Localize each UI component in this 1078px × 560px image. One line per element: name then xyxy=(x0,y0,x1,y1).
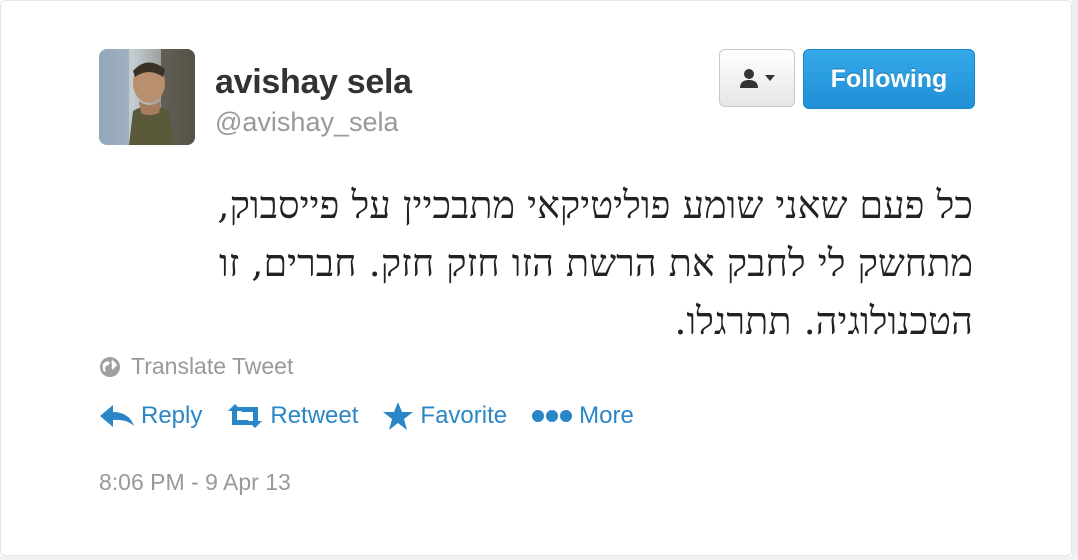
retweet-button[interactable]: Retweet xyxy=(226,402,358,430)
tweet-text: כל פעם שאני שומע פוליטיקאי מתבכיין על פי… xyxy=(97,176,974,350)
more-button[interactable]: More xyxy=(531,402,634,430)
following-button[interactable]: Following xyxy=(803,49,975,109)
tweet-card: avishay sela @avishay_sela Following כל … xyxy=(0,0,1072,556)
reply-icon xyxy=(100,405,134,427)
window-edge xyxy=(1072,0,1078,560)
user-actions-button[interactable] xyxy=(719,49,795,107)
favorite-label: Favorite xyxy=(420,402,508,429)
globe-icon xyxy=(100,356,120,377)
screen-name[interactable]: @avishay_sela xyxy=(215,107,399,138)
reply-label: Reply xyxy=(141,402,203,429)
window-bottom-edge xyxy=(0,556,1078,560)
more-label: More xyxy=(579,402,634,429)
favorite-button[interactable]: Favorite xyxy=(382,401,507,431)
avatar-image xyxy=(99,49,195,145)
reply-button[interactable]: Reply xyxy=(99,402,202,430)
avatar[interactable] xyxy=(99,49,195,145)
tweet-timestamp[interactable]: 8:06 PM - 9 Apr 13 xyxy=(99,469,291,496)
translate-tweet-link[interactable]: Translate Tweet xyxy=(99,353,293,380)
tweet-text-line: מתחשק לי לחבק את הרשת הזו חזק חזק. חברים… xyxy=(218,241,973,285)
person-icon xyxy=(740,69,758,88)
display-name[interactable]: avishay sela xyxy=(215,63,412,102)
tweet-text-line: הטכנולוגיה. תתרגלו. xyxy=(674,299,973,343)
retweet-label: Retweet xyxy=(270,402,359,429)
tweet-text-line: כל פעם שאני שומע פוליטיקאי מתבכיין על פי… xyxy=(217,183,974,227)
more-dots-icon xyxy=(532,410,573,422)
chevron-down-icon xyxy=(765,75,775,81)
retweet-icon xyxy=(228,404,263,428)
tweet-actions: Reply Retweet Favorite More xyxy=(99,401,658,431)
star-icon xyxy=(383,402,414,430)
translate-tweet-label: Translate Tweet xyxy=(131,353,294,379)
